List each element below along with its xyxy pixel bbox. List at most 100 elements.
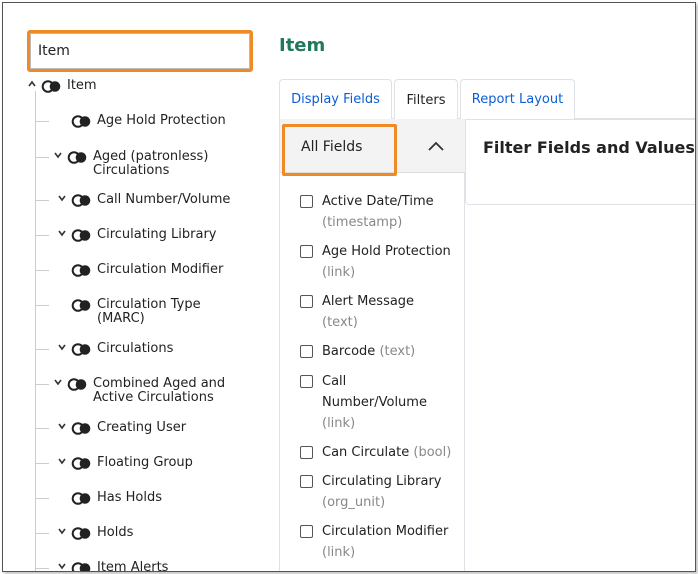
tree-connector [35,235,49,236]
relation-icon [71,299,91,312]
field-text: Can Circulate (bool) [322,442,452,463]
field-checkbox[interactable] [300,525,313,538]
field-name: Call Number/Volume [322,374,427,410]
tree-node[interactable]: Creating User [57,421,186,435]
tab-report-layout[interactable]: Report Layout [460,79,575,119]
chevron-down-icon[interactable] [57,561,71,571]
tree-node-label: Circulations [97,341,174,356]
chevron-down-icon[interactable] [53,377,67,391]
field-name: Alert Message [322,294,415,309]
relation-icon [71,194,91,207]
chevron-down-icon[interactable] [53,150,67,164]
tab-filters[interactable]: Filters [394,79,458,120]
tree-node-label: Circulation Modifier [97,262,224,277]
tree-node[interactable]: Aged (patronless) Circulations [53,150,208,178]
tree-node[interactable]: Holds [57,526,133,540]
field-checkbox-item[interactable]: Age Hold Protection (link) [300,241,452,283]
tree-node[interactable]: Circulating Library [57,228,217,242]
tree-connector [35,568,49,569]
tree-node[interactable]: Circulation Type (MARC) [71,298,201,326]
field-type: (link) [322,545,356,560]
relation-icon [41,80,61,93]
tree-node-label: Circulation Type [97,297,201,312]
chevron-up-icon[interactable] [27,79,41,93]
field-name: Active Date/Time [322,194,434,209]
tree-connector [35,384,49,385]
field-text: Alert Message (text) [322,291,452,333]
field-checkbox-item[interactable]: Can Circulate (bool) [300,442,452,463]
field-checkbox[interactable] [300,245,313,258]
field-checkbox-item[interactable]: Call Number/Volume (link) [300,371,452,434]
tree-node[interactable]: Combined Aged and Active Circulations [53,377,225,405]
field-type: (text) [379,344,416,359]
relation-icon [71,343,91,356]
tree-connector [35,428,49,429]
relation-icon [67,378,87,391]
relation-icon [67,151,87,164]
relation-icon [71,492,91,505]
chevron-up-icon[interactable] [424,135,448,159]
field-list-panel: All Fields Active Date/Time (timestamp) A… [279,119,465,571]
field-checkbox[interactable] [300,446,313,459]
field-text: Circulating Library (org_unit) [322,471,452,513]
tree-node-label: Combined Aged and [93,376,226,391]
tab-bar: Display Fields Filters Report Layout [279,79,695,120]
field-text: Age Hold Protection (link) [322,241,452,283]
field-name: Age Hold Protection [322,244,451,259]
tree-node[interactable]: Item Alerts [57,561,168,571]
source-tree: Item Age Hold Protection Aged (patronless… [3,73,265,571]
tree-node[interactable]: Floating Group [57,456,193,470]
relation-icon [71,457,91,470]
tree-node[interactable]: Circulations [57,342,173,356]
tree-node[interactable]: Circulation Modifier [71,263,223,277]
field-checkbox-item[interactable]: Alert Message (text) [300,291,452,333]
chevron-down-icon[interactable] [57,193,71,207]
tree-connector [35,349,49,350]
field-checkbox[interactable] [300,375,313,388]
tree-node-label: Holds [97,525,134,540]
field-checkbox-item[interactable]: Barcode (text) [300,341,452,362]
field-type: (timestamp) [322,215,403,230]
chevron-down-icon[interactable] [57,526,71,540]
relation-icon [71,527,91,540]
field-name: Can Circulate [322,445,410,460]
field-text: Call Number/Volume (link) [322,371,452,434]
field-checkbox[interactable] [300,345,313,358]
field-checkbox[interactable] [300,475,313,488]
field-name: Circulation Modifier [322,524,449,539]
tree-node-label: Item [67,78,97,93]
tree-connector [35,463,49,464]
field-checkbox-item[interactable]: Circulating Library (org_unit) [300,471,452,513]
tree-node-label: Age Hold Protection [97,113,226,128]
field-type: (link) [322,416,356,431]
field-checkbox-item[interactable]: Active Date/Time (timestamp) [300,191,452,233]
tree-connector [35,270,49,271]
report-editor-window: Item Age Hold Protection Aged (patronless… [2,2,696,572]
field-text: Circulation Modifier (link) [322,521,452,563]
tree-node[interactable]: Age Hold Protection [71,114,226,128]
field-checkbox[interactable] [300,195,313,208]
tree-node[interactable]: Has Holds [71,491,162,505]
chevron-down-icon[interactable] [57,342,71,356]
field-checkbox[interactable] [300,295,313,308]
tree-node[interactable]: Call Number/Volume [57,193,230,207]
tree-connector [35,200,49,201]
source-search-input[interactable] [30,33,250,69]
field-text: Barcode (text) [322,341,452,362]
tree-connector [35,305,49,306]
tree-node-label: Creating User [97,420,187,435]
tree-node-label: Call Number/Volume [97,192,231,207]
chevron-down-icon[interactable] [57,228,71,242]
all-fields-highlight [282,124,397,176]
filter-panel-title: Filter Fields and Values [483,138,695,157]
tree-connector [35,157,49,158]
tab-display-fields[interactable]: Display Fields [279,79,392,119]
relation-icon [71,422,91,435]
tree-node-label: Floating Group [97,455,193,470]
tree-node-label-wrap: Combined Aged and Active Circulations [93,377,225,405]
field-name: Barcode [322,344,376,359]
chevron-down-icon[interactable] [57,456,71,470]
field-checkbox-item[interactable]: Circulation Modifier (link) [300,521,452,563]
chevron-down-icon[interactable] [57,421,71,435]
tree-root-item[interactable]: Item [27,79,97,93]
